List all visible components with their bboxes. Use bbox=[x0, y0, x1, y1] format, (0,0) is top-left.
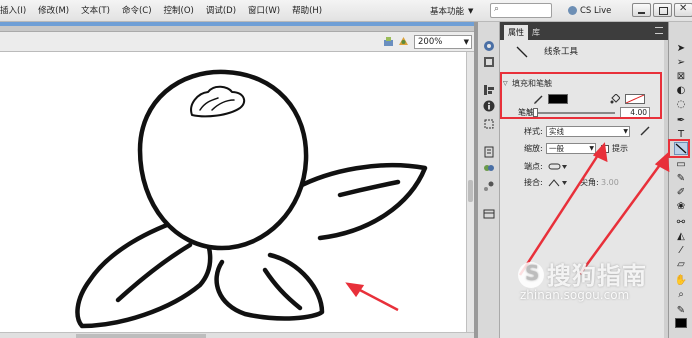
swatches-icon[interactable] bbox=[483, 56, 495, 68]
leaf-right-vein bbox=[337, 179, 401, 198]
workspace-switcher[interactable]: 基本功能 ▼ bbox=[430, 3, 473, 18]
zoom-tool-icon[interactable]: ⌕ bbox=[674, 288, 688, 301]
menu-control[interactable]: 控制(O) bbox=[158, 0, 200, 22]
minimize-button[interactable] bbox=[632, 3, 651, 17]
menu-help[interactable]: 帮助(H) bbox=[286, 0, 328, 22]
free-transform-tool-icon[interactable]: ⊠ bbox=[674, 70, 688, 83]
chevron-down-icon: ▼ bbox=[468, 6, 474, 15]
info-icon[interactable] bbox=[483, 100, 495, 112]
stage-canvas[interactable] bbox=[0, 52, 466, 332]
window-controls bbox=[630, 3, 692, 17]
annotation-arrow bbox=[345, 282, 399, 312]
drawing bbox=[75, 69, 428, 329]
stroke-color-tool-icon[interactable]: ✎ bbox=[674, 304, 688, 317]
document-tab-bar bbox=[0, 22, 474, 32]
lasso-tool-icon[interactable]: ◌ bbox=[674, 98, 688, 111]
subselection-tool-icon[interactable]: ➢ bbox=[674, 56, 688, 69]
leaf-bottom-vein bbox=[262, 267, 303, 311]
close-button[interactable] bbox=[674, 3, 692, 17]
collapsed-panels bbox=[478, 22, 500, 338]
watermark-text: 搜狗指南 bbox=[547, 262, 647, 290]
menu: 插入(I) 修改(M) 文本(T) 命令(C) 控制(O) 调试(D) 窗口(W… bbox=[0, 0, 328, 22]
tab-properties[interactable]: 属性 bbox=[504, 25, 528, 40]
bone-tool-icon[interactable]: ⚯ bbox=[674, 216, 688, 229]
eraser-tool-icon[interactable]: ▱ bbox=[674, 258, 688, 271]
watermark: 搜狗指南 bbox=[518, 256, 647, 291]
edit-bar: 200% ▼ bbox=[0, 32, 474, 52]
canvas-horizontal-scrollbar[interactable] bbox=[0, 332, 474, 338]
chevron-down-icon: ▼ bbox=[463, 38, 469, 46]
style-select[interactable]: 实线 ▼ bbox=[546, 126, 630, 137]
style-label: 样式: bbox=[524, 127, 543, 136]
cs-live-icon bbox=[568, 6, 577, 15]
edit-scene-icon[interactable] bbox=[398, 36, 409, 47]
transform-icon[interactable] bbox=[483, 118, 495, 130]
menu-insert[interactable]: 插入(I) bbox=[0, 0, 32, 22]
pencil-tool-icon[interactable]: ✎ bbox=[674, 172, 688, 185]
sogou-logo-icon bbox=[518, 261, 544, 288]
selection-tool-icon[interactable]: ➤ bbox=[674, 42, 688, 55]
menu-window[interactable]: 窗口(W) bbox=[242, 0, 286, 22]
search-icon: ⌕ bbox=[494, 4, 500, 14]
menu-debug[interactable]: 调试(D) bbox=[200, 0, 242, 22]
components-icon[interactable] bbox=[483, 180, 495, 192]
highlight-fill-stroke bbox=[500, 72, 662, 119]
3d-rotation-tool-icon[interactable]: ◐ bbox=[674, 84, 688, 97]
workspace-label: 基本功能 bbox=[430, 6, 465, 17]
chevron-down-icon: ▼ bbox=[623, 128, 628, 135]
deco-tool-icon[interactable]: ❀ bbox=[674, 200, 688, 213]
help-search-input[interactable]: ⌕ bbox=[490, 3, 552, 18]
zoom-select[interactable]: 200% ▼ bbox=[414, 35, 472, 49]
brush-tool-icon[interactable]: ✐ bbox=[674, 186, 688, 199]
menu-modify[interactable]: 修改(M) bbox=[32, 0, 75, 22]
canvas-vertical-scrollbar[interactable] bbox=[466, 52, 474, 332]
menu-bar: 插入(I) 修改(M) 文本(T) 命令(C) 控制(O) 调试(D) 窗口(W… bbox=[0, 0, 692, 22]
menu-text[interactable]: 文本(T) bbox=[75, 0, 116, 22]
rectangle-tool-icon[interactable]: ▭ bbox=[674, 158, 688, 171]
stroke-color-chip[interactable] bbox=[675, 318, 687, 328]
edit-stroke-style-icon[interactable] bbox=[640, 126, 650, 136]
zoom-value: 200% bbox=[418, 37, 443, 47]
pen-tool-icon[interactable]: ✒ bbox=[674, 114, 688, 127]
hand-tool-icon[interactable]: ✋ bbox=[674, 274, 688, 287]
leaf-left-vein bbox=[115, 242, 193, 303]
edit-symbols-icon[interactable] bbox=[383, 36, 394, 47]
style-value: 实线 bbox=[549, 127, 564, 136]
tab-library[interactable]: 库 bbox=[528, 25, 544, 40]
leaf-right bbox=[293, 162, 428, 241]
fruit-body bbox=[137, 69, 309, 251]
motion-presets-icon[interactable] bbox=[483, 162, 495, 174]
library-panel-icon[interactable] bbox=[483, 208, 495, 220]
menu-commands[interactable]: 命令(C) bbox=[116, 0, 158, 22]
leaf-bottom bbox=[214, 252, 325, 321]
tool-name: 线条工具 bbox=[544, 47, 579, 57]
panel-tabs: 属性 库 bbox=[500, 22, 668, 40]
watermark-url: zhinan.sogou.com bbox=[520, 288, 630, 302]
paint-bucket-tool-icon[interactable]: ◭ bbox=[674, 230, 688, 243]
cs-live-button[interactable]: CS Live bbox=[568, 3, 611, 18]
eyedropper-tool-icon[interactable]: ⁄ bbox=[674, 244, 688, 257]
maximize-button[interactable] bbox=[653, 3, 672, 17]
cs-live-label: CS Live bbox=[580, 5, 612, 16]
color-icon[interactable] bbox=[483, 40, 495, 52]
panel-menu-icon[interactable] bbox=[655, 27, 663, 34]
history-icon[interactable] bbox=[483, 146, 495, 158]
align-icon[interactable] bbox=[483, 84, 495, 96]
line-tool-icon bbox=[516, 46, 528, 58]
